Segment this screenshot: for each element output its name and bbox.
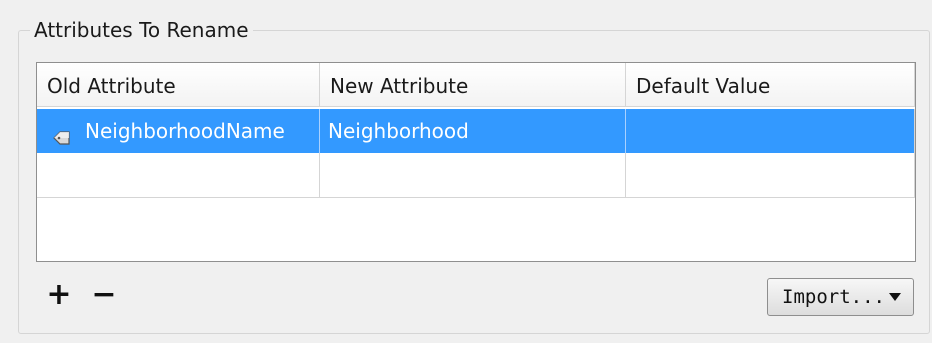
import-dropdown-button[interactable]: Import... [767, 278, 914, 316]
attributes-panel: Attributes To Rename Old Attribute New A… [0, 0, 932, 343]
cell-old-attribute[interactable] [37, 153, 320, 197]
cell-default-value[interactable] [626, 153, 915, 197]
groupbox-title: Attributes To Rename [30, 18, 253, 42]
dropdown-arrow-icon [889, 293, 901, 301]
cell-new-attribute[interactable]: Neighborhood [320, 109, 626, 153]
column-header-new-attribute[interactable]: New Attribute [320, 63, 626, 106]
old-attribute-value: NeighborhoodName [85, 119, 285, 143]
add-row-button[interactable]: + [46, 280, 72, 310]
attributes-table[interactable]: Old Attribute New Attribute Default Valu… [36, 62, 916, 262]
table-header: Old Attribute New Attribute Default Valu… [37, 63, 915, 107]
remove-row-button[interactable]: − [91, 280, 117, 310]
column-header-old-attribute[interactable]: Old Attribute [37, 63, 320, 106]
cell-default-value[interactable] [626, 109, 915, 153]
cell-new-attribute[interactable] [320, 153, 626, 197]
table-row-selected[interactable]: NeighborhoodName Neighborhood [37, 109, 915, 153]
import-button-label: Import... [782, 286, 885, 308]
cell-old-attribute[interactable]: NeighborhoodName [37, 109, 320, 153]
column-header-default-value[interactable]: Default Value [626, 63, 915, 106]
attribute-icon [51, 120, 73, 145]
table-row-empty[interactable] [37, 153, 915, 198]
